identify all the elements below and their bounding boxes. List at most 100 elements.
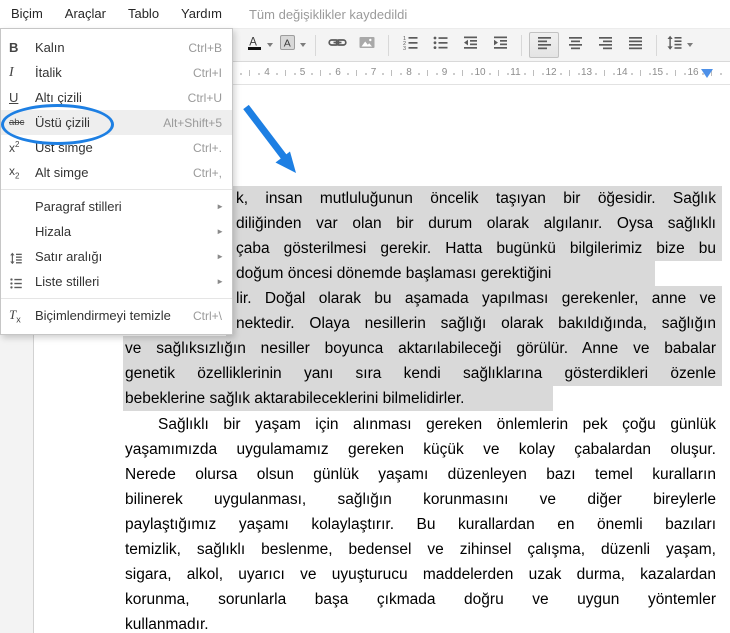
toolbar-separator bbox=[521, 35, 522, 56]
paragraph-text-line[interactable]: temizlik, sağlıklı beslenme, bedensel ve… bbox=[125, 537, 716, 562]
right-indent-marker[interactable] bbox=[701, 69, 713, 78]
ruler-tick bbox=[391, 70, 392, 76]
ruler-tick bbox=[533, 70, 534, 76]
highlight-color-button[interactable]: A bbox=[277, 33, 308, 57]
ruler-tick bbox=[471, 73, 473, 75]
menu-item-label: Alt simge bbox=[35, 165, 193, 180]
format-menu-item-liste-stilleri[interactable]: Liste stilleri► bbox=[1, 269, 232, 294]
text-color-button[interactable]: A bbox=[244, 33, 275, 57]
list-styles-icon bbox=[1, 275, 35, 289]
ruler-tick bbox=[524, 73, 526, 75]
insert-link-button[interactable] bbox=[323, 33, 351, 57]
save-status: Tüm değişiklikler kaydedildi bbox=[249, 7, 407, 22]
svg-text:A: A bbox=[249, 37, 257, 49]
menu-item-shortcut: Ctrl+\ bbox=[193, 309, 232, 323]
menu-separator bbox=[1, 298, 232, 299]
text-color-icon: A bbox=[246, 34, 263, 56]
paragraph-text-line[interactable]: sigara, alkol, uyarıcı ve uyuşturucu mad… bbox=[125, 562, 716, 587]
align-left-icon bbox=[536, 34, 553, 56]
line-spacing-button[interactable] bbox=[664, 33, 695, 57]
ruler-tick bbox=[418, 73, 420, 75]
paragraph-text-line[interactable]: kullanmadır. bbox=[125, 612, 209, 633]
ruler-tick bbox=[649, 73, 651, 75]
ruler-number: 16 bbox=[687, 67, 698, 78]
align-justify-button[interactable] bbox=[621, 33, 649, 57]
paragraph-text-line[interactable]: yaşamımızda uygulamamız gereken küçük ve… bbox=[125, 437, 716, 462]
submenu-arrow-icon: ► bbox=[216, 277, 232, 286]
ruler-tick bbox=[436, 73, 438, 75]
format-menu-item-kalin[interactable]: BKalınCtrl+B bbox=[1, 35, 232, 60]
ruler-number: 13 bbox=[581, 67, 592, 78]
format-menu-item-hizala[interactable]: Hizala► bbox=[1, 219, 232, 244]
menubar-item-yardim[interactable]: Yardım bbox=[170, 0, 233, 28]
menubar-item-tablo[interactable]: Tablo bbox=[117, 0, 170, 28]
selected-text-line[interactable]: diliğinden var olan bir durum olarak alg… bbox=[236, 211, 716, 236]
ruler-tick bbox=[675, 70, 676, 76]
selected-text-line[interactable]: nektedir. Olaya nesillerin sağlığı olara… bbox=[236, 311, 716, 336]
paragraph-text-line[interactable]: korunma, sorunlarla başa çıkmada doğru v… bbox=[125, 587, 716, 612]
toolbar-separator bbox=[656, 35, 657, 56]
selected-text-line[interactable]: doğum öncesi dönemde başlaması gerektiği… bbox=[236, 261, 551, 286]
ruler-tick bbox=[285, 70, 286, 76]
numbered-list-button[interactable]: 123 bbox=[396, 33, 424, 57]
format-menu-item-paragraf-stilleri[interactable]: Paragraf stilleri► bbox=[1, 194, 232, 219]
toolbar-separator bbox=[315, 35, 316, 56]
increase-indent-button[interactable] bbox=[486, 33, 514, 57]
align-left-button[interactable] bbox=[529, 32, 559, 58]
align-right-button[interactable] bbox=[591, 33, 619, 57]
format-menu-dropdown: BKalınCtrl+BIİtalikCtrl+IUAltı çiziliCtr… bbox=[0, 28, 233, 335]
insert-image-button[interactable] bbox=[353, 33, 381, 57]
paragraph-text-line[interactable]: bilinerek uygulanması, sağlığın korunmas… bbox=[125, 487, 716, 512]
menu-item-shortcut: Alt+Shift+5 bbox=[163, 116, 232, 130]
ruler-tick bbox=[427, 70, 428, 76]
menubar-item-araclar[interactable]: Araçlar bbox=[54, 0, 117, 28]
menu-item-shortcut: Ctrl+B bbox=[188, 41, 232, 55]
menu-separator bbox=[1, 189, 232, 190]
ruler-number: 6 bbox=[335, 67, 341, 78]
ruler-tick bbox=[542, 73, 544, 75]
menubar-items: BiçimAraçlarTabloYardım bbox=[0, 0, 233, 28]
ruler-tick bbox=[240, 73, 242, 75]
menu-item-label: Hizala bbox=[35, 224, 216, 239]
selected-text-line[interactable]: bebeklerine sağlık aktarabileceklerini b… bbox=[125, 386, 464, 411]
paragraph-text-line[interactable]: paylaştığımız yaşamı kolaylaştırır. Bu k… bbox=[125, 512, 716, 537]
ruler-tick bbox=[382, 73, 384, 75]
subscript-icon: x2 bbox=[1, 164, 35, 180]
selected-text-line[interactable]: genetik özelliklerinin yanı sıra kendi s… bbox=[125, 361, 716, 386]
ruler-tick bbox=[347, 73, 349, 75]
format-menu-item-alt-simge[interactable]: x2Alt simgeCtrl+, bbox=[1, 160, 232, 185]
menu-item-label: Satır aralığı bbox=[35, 249, 216, 264]
menubar-item-bicim[interactable]: Biçim bbox=[0, 0, 54, 28]
decrease-indent-button[interactable] bbox=[456, 33, 484, 57]
underline-icon: U bbox=[1, 90, 35, 105]
bulleted-list-button[interactable] bbox=[426, 33, 454, 57]
annotation-arrow-icon bbox=[238, 101, 318, 193]
selected-text-line[interactable]: lir. Doğal olarak bu aşamada yapılması g… bbox=[236, 286, 716, 311]
align-justify-icon bbox=[627, 34, 644, 56]
line-spacing-icon bbox=[1, 250, 35, 264]
numbered-list-icon: 123 bbox=[402, 34, 419, 56]
ruler-tick bbox=[631, 73, 633, 75]
ruler-tick bbox=[507, 73, 509, 75]
dropdown-caret-icon bbox=[267, 43, 273, 47]
ruler-tick bbox=[249, 70, 250, 76]
format-menu-item-i-talik[interactable]: IİtalikCtrl+I bbox=[1, 60, 232, 85]
ruler-tick bbox=[613, 73, 615, 75]
paragraph-text-line[interactable]: Nerede olursa olsun günlük yaşamı düzenl… bbox=[125, 462, 716, 487]
ruler-tick bbox=[595, 73, 597, 75]
paragraph-text-line[interactable]: Sağlıklı bir yaşam için alınması gereken… bbox=[125, 412, 716, 437]
menu-item-shortcut: Ctrl+U bbox=[188, 91, 232, 105]
line-spacing-icon bbox=[666, 34, 683, 56]
align-center-button[interactable] bbox=[561, 33, 589, 57]
format-menu-item-satir-araligi[interactable]: Satır aralığı► bbox=[1, 244, 232, 269]
submenu-arrow-icon: ► bbox=[216, 252, 232, 261]
ruler-number: 11 bbox=[510, 67, 520, 78]
ruler-tick bbox=[498, 70, 499, 76]
format-menu-item-bicimlendirmeyi-temizle[interactable]: TxBiçimlendirmeyi temizleCtrl+\ bbox=[1, 303, 232, 328]
italic-icon: I bbox=[1, 65, 35, 81]
ruler-tick bbox=[453, 73, 455, 75]
highlight-color-icon: A bbox=[279, 34, 296, 56]
selected-text-line[interactable]: ve sağlıksızlığın nesiller boyunca aktar… bbox=[125, 336, 716, 361]
annotation-ellipse bbox=[1, 104, 114, 145]
selected-text-line[interactable]: çaba gösterilmesi gerekir. Hatta bugünkü… bbox=[236, 236, 716, 261]
